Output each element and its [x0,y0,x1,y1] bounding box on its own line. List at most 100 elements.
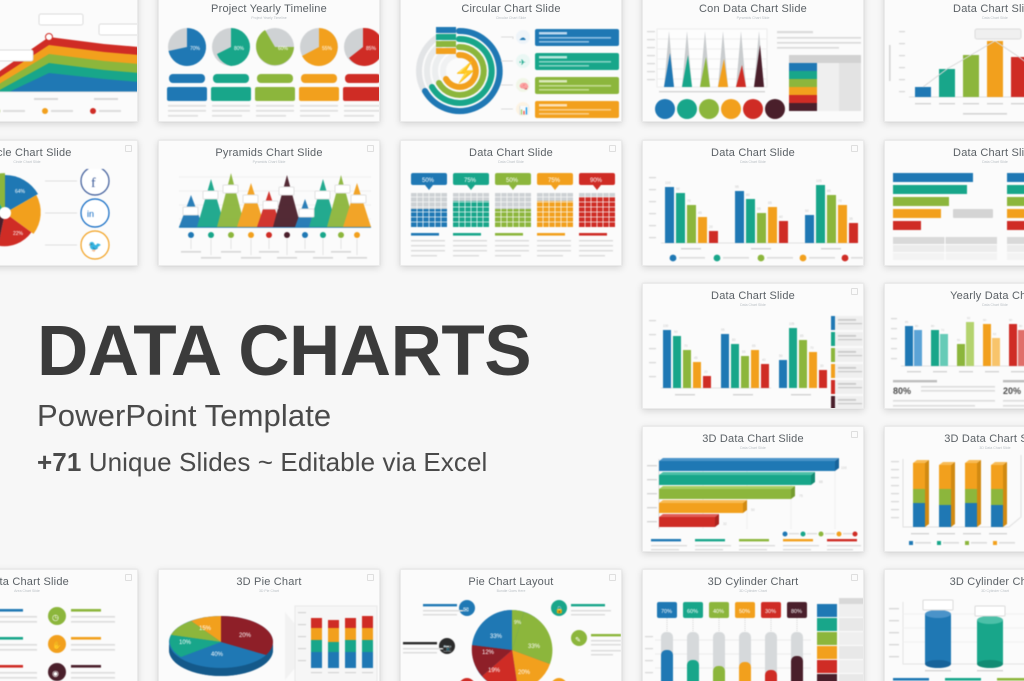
slide-title: Data Chart Slide [711,290,795,302]
svg-text:19%: 19% [488,668,501,674]
slide-preview-cylinder-table: 70% 60% 40% 50% 30% 80% [643,598,863,681]
dot-matrix-graphic: 50% 75% 50% 75% 90% [411,173,615,257]
svg-text:12%: 12% [482,650,495,656]
slide-card-3d-pie-chart[interactable]: 3D Pie Chart 3D Pie Chart 20% 15% 10% 40… [158,569,380,681]
svg-text:45: 45 [698,211,702,215]
svg-text:🔒: 🔒 [555,606,564,614]
svg-text:20%: 20% [1003,386,1021,396]
slide-card-3d-data-chart-slide-hbar[interactable]: 3D Data Chart Slide Data Chart Slide 100… [642,426,864,552]
svg-text:80: 80 [746,193,750,197]
slide-corner-marker [367,574,374,581]
slide-subtitle: Circular Chart Slide [495,16,527,20]
svg-text:85%: 85% [366,46,377,52]
svg-text:33%: 33% [528,644,541,650]
svg-text:70: 70 [684,344,688,348]
slide-preview-dot-matrix: 50% 75% 50% 75% 90% [401,169,621,265]
svg-text:✋: ✋ [52,640,62,650]
cylinder-table-graphic: 70% 60% 40% 50% 30% 80% [645,598,863,681]
svg-text:88: 88 [819,480,823,484]
pie-layout-graphic: 33% 9% 33% 20% 19% 12% ✉ 📷 ♺ 🔒 ✎ ⚙ [403,600,621,681]
slide-card-data-chart-slide-bars-a[interactable]: Data Chart Slide Data Chart Slide 100 90 7… [642,140,864,266]
slide-card-circle-chart-slide[interactable]: Circle Chart Slide Circle Chart Slide 64… [0,140,138,266]
slide-card-data-chart-slide-icons[interactable]: Data Chart Slide Area Chart Slide 85% ☎ … [0,569,138,681]
slide-preview-donut-row: 70% 80% 60% 55% 85% [159,25,379,121]
slide-title: Con Data Chart Slide [699,3,807,15]
slide-corner-marker [125,574,132,581]
svg-text:◷: ◷ [52,613,59,622]
svg-text:85: 85 [905,320,909,324]
svg-text:🐦: 🐦 [88,241,102,253]
slide-title: 3D Pie Chart [236,576,302,588]
svg-text:📊: 📊 [519,105,529,115]
svg-text:15%: 15% [199,626,212,632]
slide-subtitle: Data Chart Slide [982,303,1008,307]
slide-subtitle: Data Chart Slide [740,160,766,164]
svg-text:105: 105 [789,322,795,326]
icon-list-graphic: 85% ☎ ◷ ◉ ✋ ◉ ◉ [0,607,115,681]
slide-preview-stacked-3d: ☑ ☑ ☑ ☑ [885,455,1024,551]
slide-card-project-yearly-timeline[interactable]: Project Yearly Timeline Project Yearly T… [158,0,380,122]
slide-preview-icon-list: 85% ☎ ◷ ◉ ✋ ◉ ◉ [0,598,137,681]
svg-text:65: 65 [768,201,772,205]
slide-card-3d-cylinder-chart[interactable]: 3D Cylinder Chart 3D Cylinder Chart 70% … [642,569,864,681]
slide-card-pyramids-chart-slide[interactable]: Pyramids Chart Slide Pyramids Chart Slid… [158,140,380,266]
svg-text:90%: 90% [590,178,603,184]
grouped-columns-graphic: 100 90 70 45 20 95 80 55 65 40 50 105 85 70 35 [649,177,863,262]
svg-text:f: f [91,176,96,191]
column-callout-graphic [889,28,1024,115]
svg-text:22%: 22% [13,231,24,237]
svg-text:65: 65 [752,344,756,348]
slide-subtitle: Data Chart Slide [498,160,524,164]
slide-corner-marker [851,288,858,295]
svg-text:30%: 30% [765,609,776,615]
svg-text:55: 55 [757,207,761,211]
slide-card-yearly-data-chart[interactable]: Yearly Data Chart Data Chart Slide 85 80 8… [884,283,1024,409]
svg-text:80: 80 [931,324,935,328]
slide-card-data-chart-slide-column[interactable]: Data Chart Slide Data Chart Slide [884,0,1024,122]
svg-text:80: 80 [732,338,736,342]
svg-text:80%: 80% [234,46,245,52]
svg-text:40: 40 [779,215,783,219]
slide-preview-grouped-legend: 100 90 70 45 20 95 80 55 65 40 50 105 85 70 30 [643,312,863,408]
svg-text:33%: 33% [490,634,503,640]
slide-card-data-chart-slide-grid[interactable]: Data Chart Slide Data Chart Slide 50% 75… [400,140,622,266]
slide-card-pie-chart-layout[interactable]: Pie Chart Layout Bundle Goes Here 33% 9%… [400,569,622,681]
slide-card-circular-chart-slide[interactable]: Circular Chart Slide Circular Chart Slid… [400,0,622,122]
slide-title: Data Chart Slide [953,3,1024,15]
svg-text:35: 35 [849,217,853,221]
svg-text:95: 95 [721,328,725,332]
page-tagline: +71 Unique Slides ~ Editable via Excel [37,447,637,478]
svg-text:75%: 75% [464,178,477,184]
slide-card-data-chart-slide-hbar[interactable]: Data Chart Slide Data Chart Slide [884,140,1024,266]
slide-preview-pie-3d: 20% 15% 10% 40% [159,598,379,681]
slide-title: Yearly Data Chart [950,290,1024,302]
donut-row-graphic: 70% 80% 60% 55% 85% [167,27,379,117]
tagline-rest: Unique Slides ~ Editable via Excel [81,447,488,478]
slide-subtitle: Data Chart Slide [982,160,1008,164]
hero-text-block: DATA CHARTS PowerPoint Template +71 Uniq… [37,316,637,478]
slide-card-con-data-chart-slide[interactable]: Con Data Chart Slide Pyramids Chart Slid… [642,0,864,122]
slide-title: Data Chart Slide [0,576,69,588]
svg-text:95: 95 [735,185,739,189]
svg-text:75%: 75% [548,178,561,184]
slide-card-3d-data-chart-slide-stacked[interactable]: 3D Data Chart Slide 3D Data Chart Slide [884,426,1024,552]
slide-preview-yearly-columns: 85808072 50929062 90805870 459580 80% 20… [885,312,1024,408]
slide-title: 3D Cylinder Chart [949,576,1024,588]
slide-card-area-chart-slide[interactable]: Area Chart Slide Area Chart Slide [0,0,138,122]
svg-text:50: 50 [805,209,809,213]
slide-preview-pyramids [159,169,379,265]
svg-text:70%: 70% [190,46,201,52]
svg-text:50%: 50% [506,178,519,184]
slide-preview-rose-social: 64% 22% 28% 13% 80% f in 🐦 [0,166,137,265]
svg-text:90: 90 [674,330,678,334]
svg-text:45: 45 [694,356,698,360]
svg-text:55%: 55% [322,46,333,52]
svg-text:30: 30 [820,364,824,368]
slide-preview-hbar-table [885,169,1024,265]
svg-text:100: 100 [841,466,847,470]
svg-text:80: 80 [1019,324,1023,328]
svg-text:🧠: 🧠 [519,82,529,91]
svg-text:72: 72 [941,328,945,332]
slide-card-data-chart-slide-legend[interactable]: Data Chart Slide Data Chart Slide 100 90 7… [642,283,864,409]
slide-card-3d-cylinder-chart-2[interactable]: 3D Cylinder Chart 3D Cylinder Chart [884,569,1024,681]
